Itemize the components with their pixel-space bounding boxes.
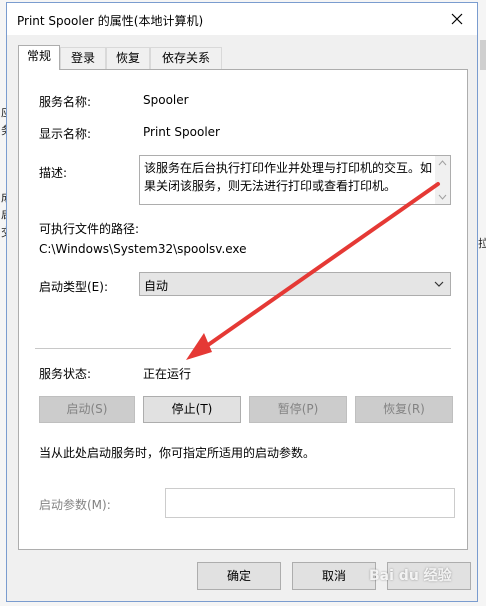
divider xyxy=(35,348,451,349)
service-status-value: 正在运行 xyxy=(143,367,192,381)
tab-general[interactable]: 常规 xyxy=(18,45,60,70)
dialog-title: Print Spooler 的属性(本地计算机) xyxy=(17,14,204,28)
properties-dialog: Print Spooler 的属性(本地计算机) 常规 登录 恢复 依存关系 服… xyxy=(6,2,478,602)
ok-button[interactable]: 确定 xyxy=(197,562,281,590)
display-name-value: Print Spooler xyxy=(143,125,220,139)
background-text: 拉 xyxy=(478,237,486,250)
cancel-button[interactable]: 取消 xyxy=(292,562,376,590)
background-scroll-fragment xyxy=(480,40,486,70)
scroll-down-icon[interactable] xyxy=(438,193,447,201)
startup-params-label: 启动参数(M): xyxy=(39,498,111,512)
display-name-label: 显示名称: xyxy=(39,127,92,141)
tab-recovery[interactable]: 恢复 xyxy=(106,47,150,69)
startup-type-select[interactable]: 自动 xyxy=(139,272,451,296)
description-scrollbar[interactable] xyxy=(435,156,450,204)
exe-path-label: 可执行文件的路径: xyxy=(39,222,140,236)
startup-type-value: 自动 xyxy=(144,279,169,293)
startup-type-label: 启动类型(E): xyxy=(39,280,108,294)
chevron-down-icon xyxy=(434,281,444,287)
general-panel: 服务名称: Spooler 显示名称: Print Spooler 描述: 该服… xyxy=(18,69,468,550)
service-name-value: Spooler xyxy=(143,93,189,107)
title-bar: Print Spooler 的属性(本地计算机) xyxy=(7,3,477,35)
service-name-label: 服务名称: xyxy=(39,95,92,109)
close-icon xyxy=(451,13,463,25)
description-text: 该服务在后台执行打印作业并处理与打印机的交互。如果关闭该服务，则无法进行打印或查… xyxy=(144,161,433,193)
service-status-label: 服务状态: xyxy=(39,367,92,381)
startup-params-note: 当从此处启动服务时，你可指定所适用的启动参数。 xyxy=(39,446,316,460)
resume-button[interactable]: 恢复(R) xyxy=(355,396,453,423)
startup-params-input[interactable] xyxy=(165,488,455,518)
watermark: Bai du 经验 xyxy=(369,568,452,584)
tab-logon[interactable]: 登录 xyxy=(60,47,106,69)
start-button[interactable]: 启动(S) xyxy=(39,396,135,423)
pause-button[interactable]: 暂停(P) xyxy=(249,396,347,423)
stop-button[interactable]: 停止(T) xyxy=(143,396,241,423)
exe-path-value: C:\Windows\System32\spoolsv.exe xyxy=(39,242,247,256)
description-label: 描述: xyxy=(39,166,68,180)
close-button[interactable] xyxy=(437,3,477,35)
description-box[interactable]: 该服务在后台执行打印作业并处理与打印机的交互。如果关闭该服务，则无法进行打印或查… xyxy=(139,155,451,205)
tab-dependencies[interactable]: 依存关系 xyxy=(150,47,222,69)
scroll-up-icon[interactable] xyxy=(438,159,447,167)
